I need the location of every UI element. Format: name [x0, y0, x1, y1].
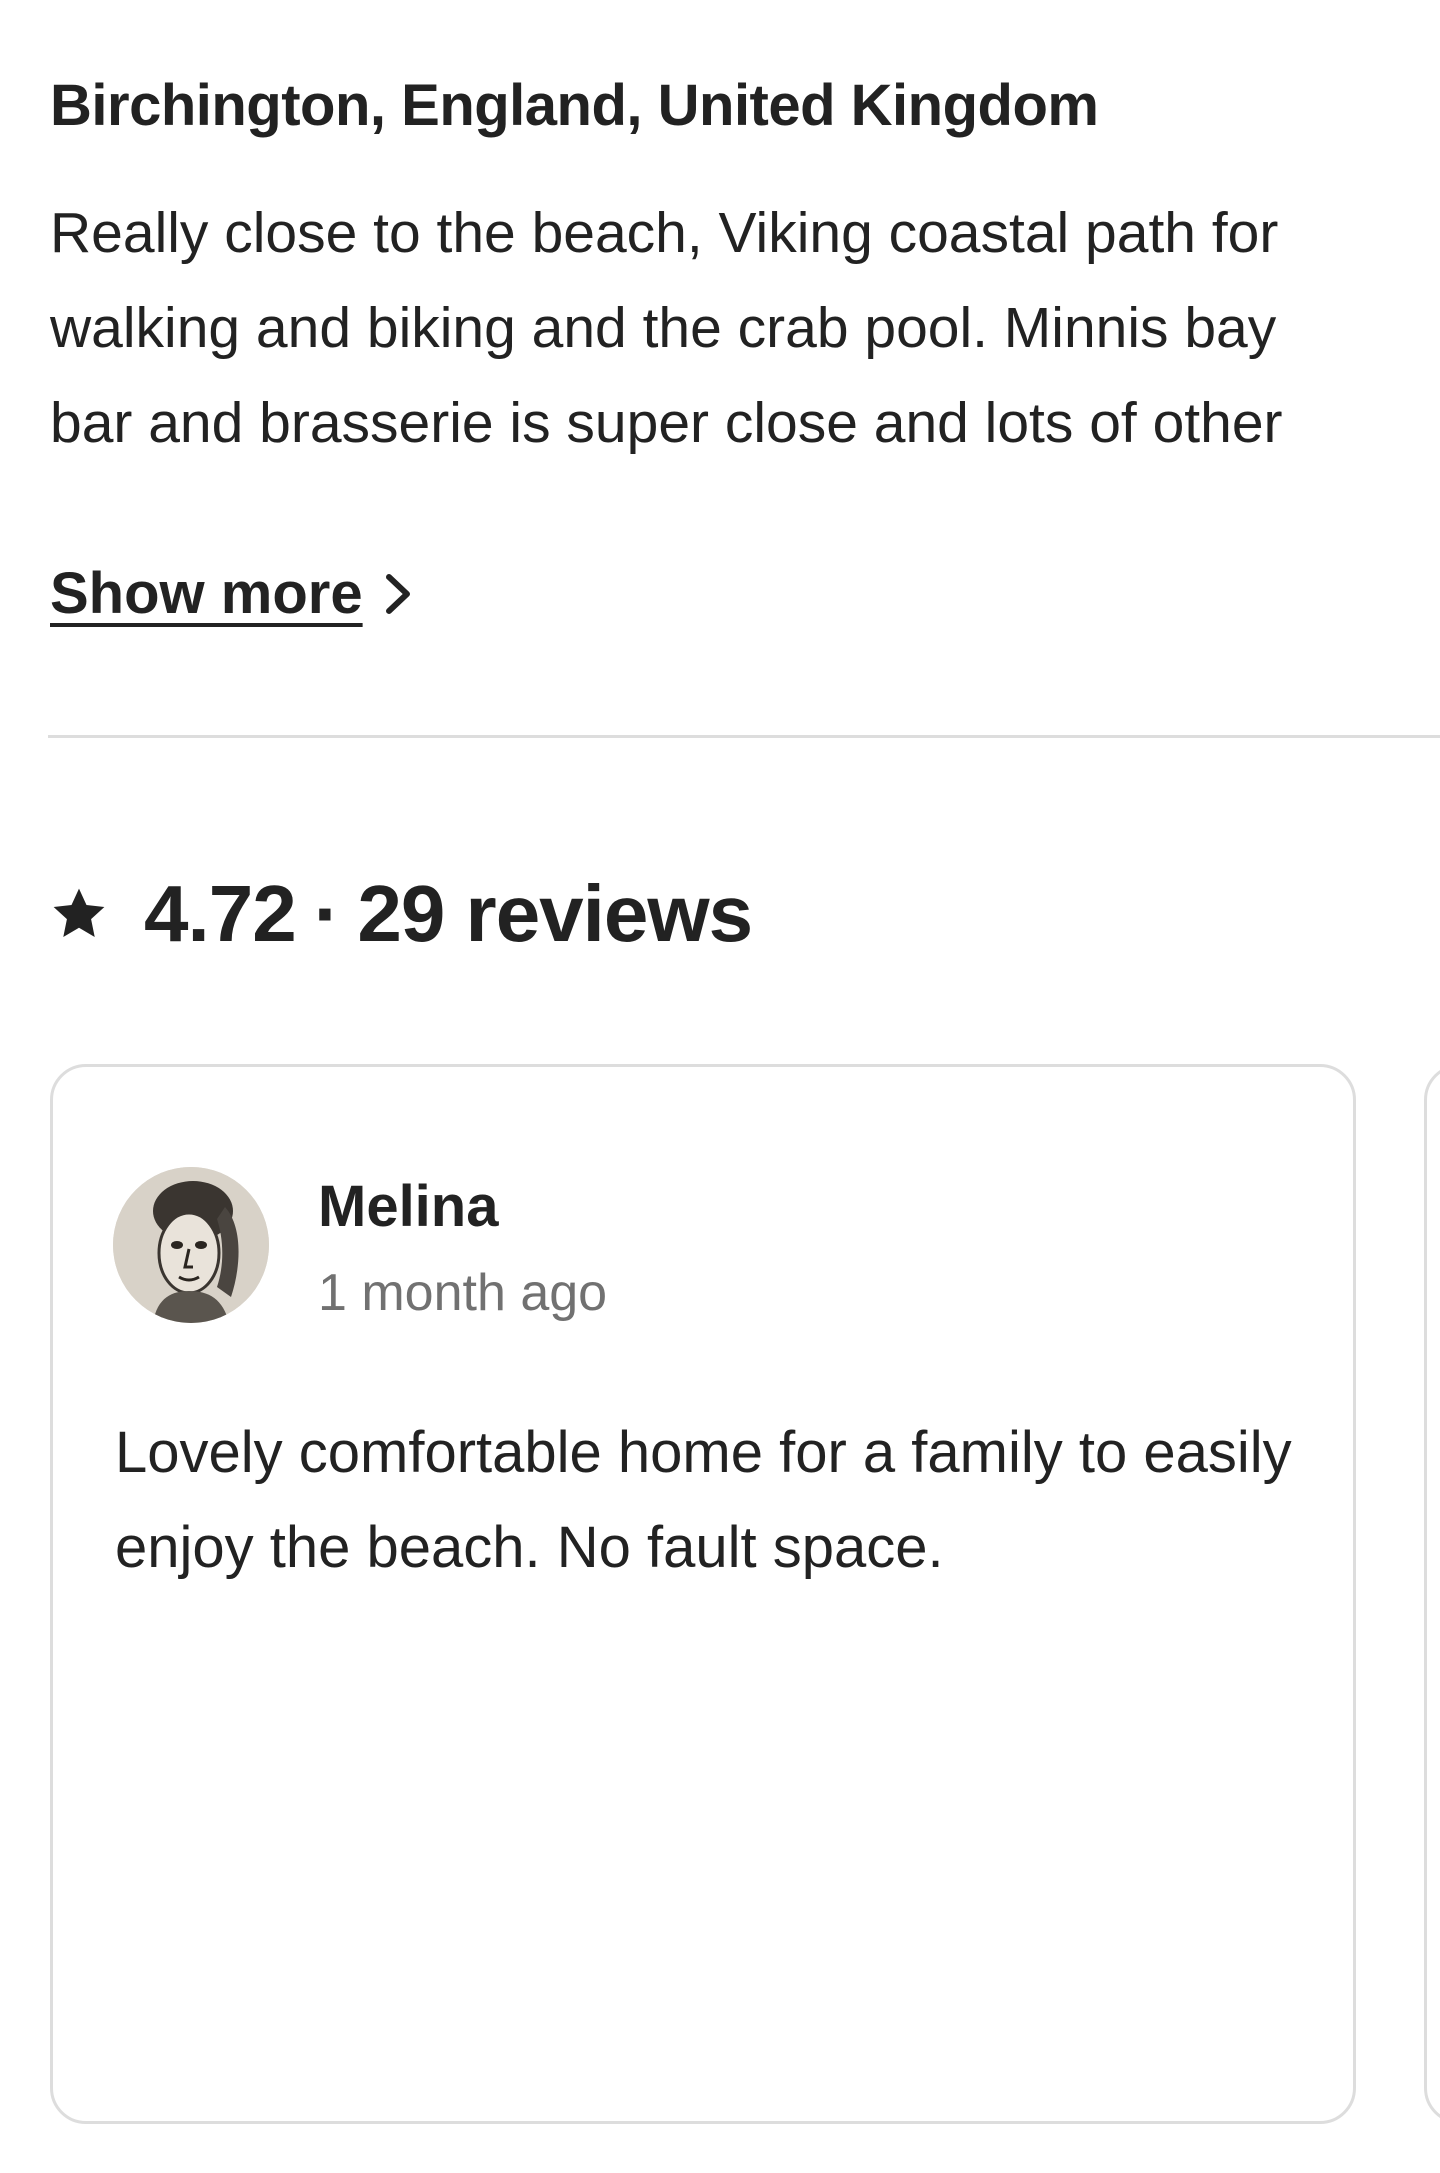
review-count[interactable]: 29 reviews: [357, 868, 753, 960]
location-description-line: walking and biking and the crab pool. Mi…: [50, 296, 1277, 360]
rating-value: 4.72: [144, 869, 297, 958]
reviewer-name: Melina: [318, 1174, 499, 1239]
avatar[interactable]: [113, 1167, 269, 1323]
show-more-link[interactable]: Show more: [50, 560, 419, 627]
chevron-right-icon: [385, 573, 410, 614]
show-more-label: Show more: [50, 561, 363, 626]
location-description-line: bar and brasserie is super close and lot…: [50, 391, 1283, 455]
location-title: Birchington, England, United Kingdom: [50, 73, 1099, 138]
review-text: Lovely comfortable home for a family to …: [115, 1420, 1292, 1580]
review-card-next[interactable]: [1424, 1064, 1440, 2124]
star-icon: [53, 888, 105, 937]
listing-page: Birchington, England, United Kingdom Rea…: [0, 0, 1440, 2173]
location-description-line: Really close to the beach, Viking coasta…: [50, 201, 1279, 265]
rating-separator: ·: [313, 869, 341, 958]
location-description: Really close to the beach, Viking coasta…: [50, 186, 1440, 471]
section-divider: [48, 735, 1440, 738]
review-card[interactable]: Melina 1 month ago Lovely comfortable ho…: [50, 1064, 1356, 2124]
avatar-portrait-icon: [113, 1167, 269, 1323]
reviews-summary: 4.72 · 29 reviews: [50, 868, 753, 960]
review-date: 1 month ago: [318, 1264, 608, 1322]
